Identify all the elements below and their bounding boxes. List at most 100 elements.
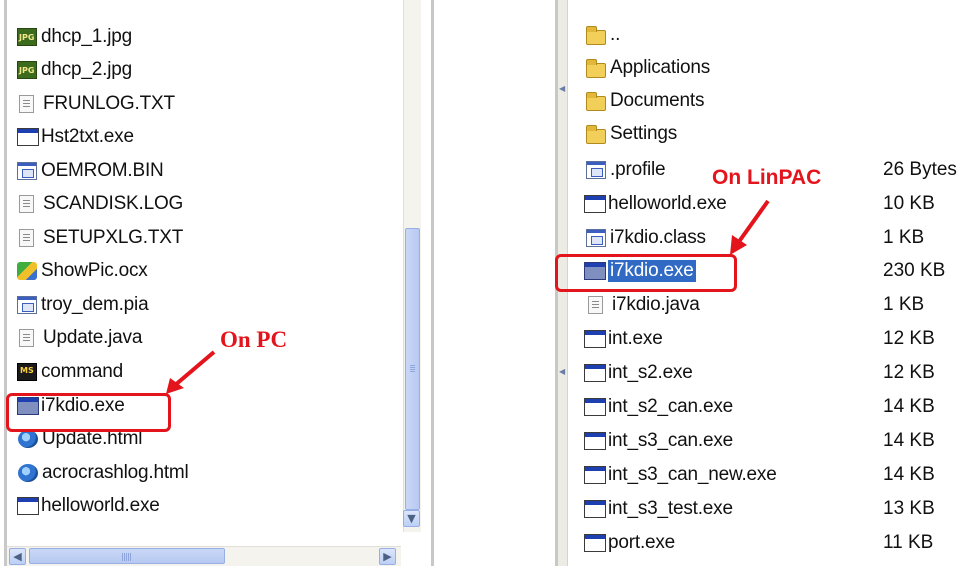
system-file-icon bbox=[586, 161, 606, 179]
list-item[interactable]: helloworld.exe bbox=[7, 491, 431, 521]
list-item[interactable]: Settings bbox=[558, 119, 978, 149]
system-file-icon bbox=[586, 229, 606, 247]
file-name: Applications bbox=[610, 57, 711, 78]
jpg-file-icon bbox=[17, 28, 37, 46]
linpac-annotation-arrow bbox=[730, 199, 770, 255]
horizontal-scroll-thumb[interactable] bbox=[29, 548, 225, 564]
vertical-scroll-thumb[interactable] bbox=[405, 228, 420, 510]
file-name: Hst2txt.exe bbox=[41, 126, 134, 147]
msdos-command-icon bbox=[17, 363, 37, 381]
file-name: i7kdio.java bbox=[612, 294, 700, 315]
exe-file-icon bbox=[584, 500, 606, 518]
folder-icon bbox=[586, 91, 606, 111]
file-name: .profile bbox=[610, 159, 666, 180]
pc-file-list-pane: dhcp_1.jpg dhcp_2.jpg FRUNLOG.TXT Hst2tx… bbox=[4, 0, 434, 566]
file-name: int_s3_test.exe bbox=[608, 498, 733, 519]
list-item[interactable]: troy_dem.pia bbox=[7, 290, 431, 320]
list-item[interactable]: port.exe 11 KB bbox=[558, 528, 978, 558]
file-name: dhcp_2.jpg bbox=[41, 59, 132, 80]
file-name: i7kdio.class bbox=[610, 227, 706, 248]
exe-file-icon bbox=[584, 466, 606, 484]
file-name: troy_dem.pia bbox=[41, 294, 149, 315]
system-file-icon bbox=[17, 162, 37, 180]
text-file-icon bbox=[19, 95, 34, 113]
list-item[interactable]: ShowPic.ocx bbox=[7, 256, 431, 286]
folder-icon bbox=[586, 58, 606, 78]
file-size: 11 KB bbox=[883, 532, 934, 553]
file-size: 14 KB bbox=[883, 464, 935, 485]
file-name: int_s3_can.exe bbox=[608, 430, 734, 451]
file-name: FRUNLOG.TXT bbox=[43, 93, 175, 114]
file-size: 12 KB bbox=[883, 362, 935, 383]
exe-file-icon bbox=[17, 497, 39, 515]
folder-icon bbox=[586, 124, 606, 144]
html-file-icon bbox=[18, 430, 38, 448]
folder-icon bbox=[586, 25, 606, 45]
scroll-right-button[interactable]: ▶ bbox=[379, 548, 396, 565]
linpac-annotation-label: On LinPAC bbox=[712, 166, 822, 189]
list-item[interactable]: OEMROM.BIN bbox=[7, 156, 431, 186]
file-name: dhcp_1.jpg bbox=[41, 26, 132, 47]
list-item[interactable]: dhcp_2.jpg bbox=[7, 55, 431, 85]
list-item[interactable]: int_s3_can_new.exe 14 KB bbox=[558, 460, 978, 490]
exe-file-icon bbox=[584, 195, 606, 213]
list-item[interactable]: Applications bbox=[558, 53, 978, 83]
file-name: SETUPXLG.TXT bbox=[43, 227, 184, 248]
file-size: 10 KB bbox=[883, 193, 935, 214]
list-item[interactable]: i7kdio.java 1 KB bbox=[558, 290, 978, 320]
list-item[interactable]: acrocrashlog.html bbox=[7, 458, 431, 488]
list-item[interactable]: SETUPXLG.TXT bbox=[7, 223, 431, 253]
file-name: .. bbox=[610, 24, 621, 45]
list-item[interactable]: Documents bbox=[558, 86, 978, 116]
list-item[interactable]: int_s3_can.exe 14 KB bbox=[558, 426, 978, 456]
java-file-icon bbox=[588, 296, 603, 314]
file-name: Settings bbox=[610, 123, 678, 144]
list-item[interactable]: int_s3_test.exe 13 KB bbox=[558, 494, 978, 524]
file-name: helloworld.exe bbox=[41, 495, 160, 516]
scroll-down-button[interactable]: ▼ bbox=[403, 510, 420, 527]
scroll-left-button[interactable]: ◀ bbox=[9, 548, 26, 565]
file-name: Documents bbox=[610, 90, 705, 111]
list-item[interactable]: int_s2_can.exe 14 KB bbox=[558, 392, 978, 422]
pc-annotation-label: On PC bbox=[220, 327, 288, 352]
pc-highlight-box bbox=[6, 393, 171, 432]
ocx-file-icon bbox=[17, 262, 37, 280]
linpac-highlight-box bbox=[555, 254, 737, 292]
file-name: int.exe bbox=[608, 328, 663, 349]
exe-file-icon bbox=[584, 364, 606, 382]
file-name: OEMROM.BIN bbox=[41, 160, 164, 181]
list-item[interactable]: FRUNLOG.TXT bbox=[7, 89, 431, 119]
file-name: SCANDISK.LOG bbox=[43, 193, 184, 214]
java-file-icon bbox=[19, 329, 34, 347]
system-file-icon bbox=[17, 296, 37, 314]
file-size: 14 KB bbox=[883, 430, 935, 451]
file-size: 14 KB bbox=[883, 396, 935, 417]
list-item[interactable]: dhcp_1.jpg bbox=[7, 22, 431, 52]
list-item[interactable]: Hst2txt.exe bbox=[7, 122, 431, 152]
file-name: ShowPic.ocx bbox=[41, 260, 148, 281]
file-name: int_s3_can_new.exe bbox=[608, 464, 777, 485]
file-name: int_s2.exe bbox=[608, 362, 693, 383]
list-item[interactable]: .. bbox=[558, 20, 978, 50]
list-item[interactable]: int.exe 12 KB bbox=[558, 324, 978, 354]
exe-file-icon bbox=[584, 534, 606, 552]
file-name: command bbox=[41, 361, 124, 382]
exe-file-icon bbox=[584, 432, 606, 450]
list-item[interactable]: SCANDISK.LOG bbox=[7, 189, 431, 219]
exe-file-icon bbox=[584, 398, 606, 416]
text-file-icon bbox=[19, 195, 34, 213]
text-file-icon bbox=[19, 229, 34, 247]
file-name: Update.java bbox=[43, 327, 143, 348]
file-size: 1 KB bbox=[883, 227, 925, 248]
list-item[interactable]: int_s2.exe 12 KB bbox=[558, 358, 978, 388]
horizontal-scrollbar[interactable] bbox=[7, 546, 401, 566]
file-name: helloworld.exe bbox=[608, 193, 727, 214]
file-name: acrocrashlog.html bbox=[42, 462, 189, 483]
file-name: port.exe bbox=[608, 532, 676, 553]
vertical-scrollbar[interactable] bbox=[403, 0, 421, 532]
file-size: 1 KB bbox=[883, 294, 925, 315]
file-size: 13 KB bbox=[883, 498, 935, 519]
file-name: int_s2_can.exe bbox=[608, 396, 734, 417]
jpg-file-icon bbox=[17, 61, 37, 79]
exe-file-icon bbox=[584, 330, 606, 348]
